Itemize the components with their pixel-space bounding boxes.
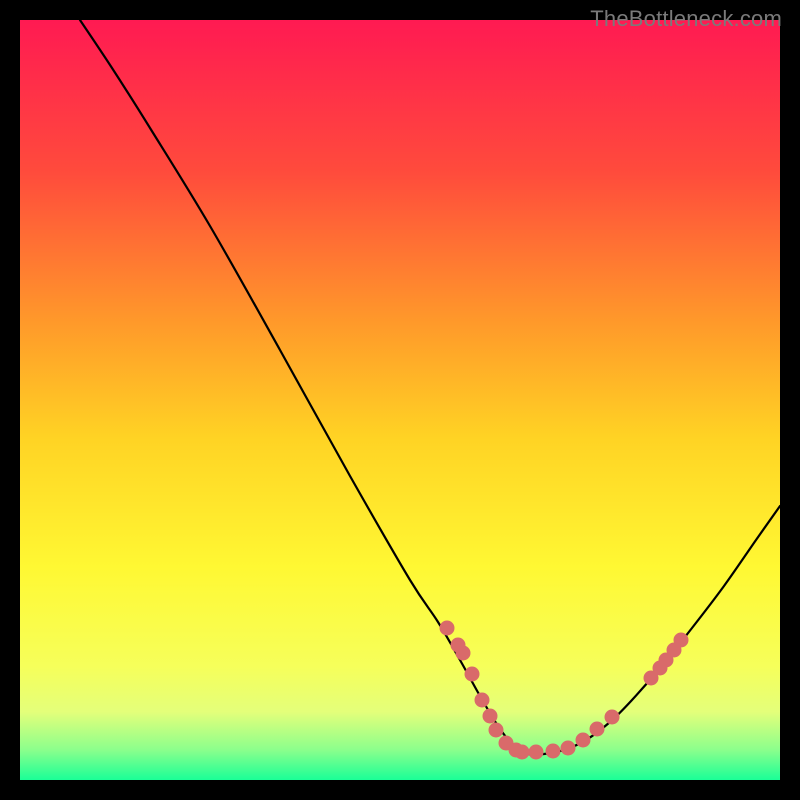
- data-point: [529, 745, 544, 760]
- data-dots: [20, 20, 780, 780]
- data-point: [605, 710, 620, 725]
- data-point: [489, 723, 504, 738]
- data-point: [546, 744, 561, 759]
- data-point: [515, 745, 530, 760]
- data-point: [561, 741, 576, 756]
- data-point: [590, 722, 605, 737]
- data-point: [465, 667, 480, 682]
- watermark-label: TheBottleneck.com: [590, 6, 782, 32]
- data-point: [440, 621, 455, 636]
- data-point: [456, 646, 471, 661]
- data-point: [475, 693, 490, 708]
- data-point: [674, 633, 689, 648]
- plot-area: [20, 20, 780, 780]
- data-point: [576, 733, 591, 748]
- data-point: [483, 709, 498, 724]
